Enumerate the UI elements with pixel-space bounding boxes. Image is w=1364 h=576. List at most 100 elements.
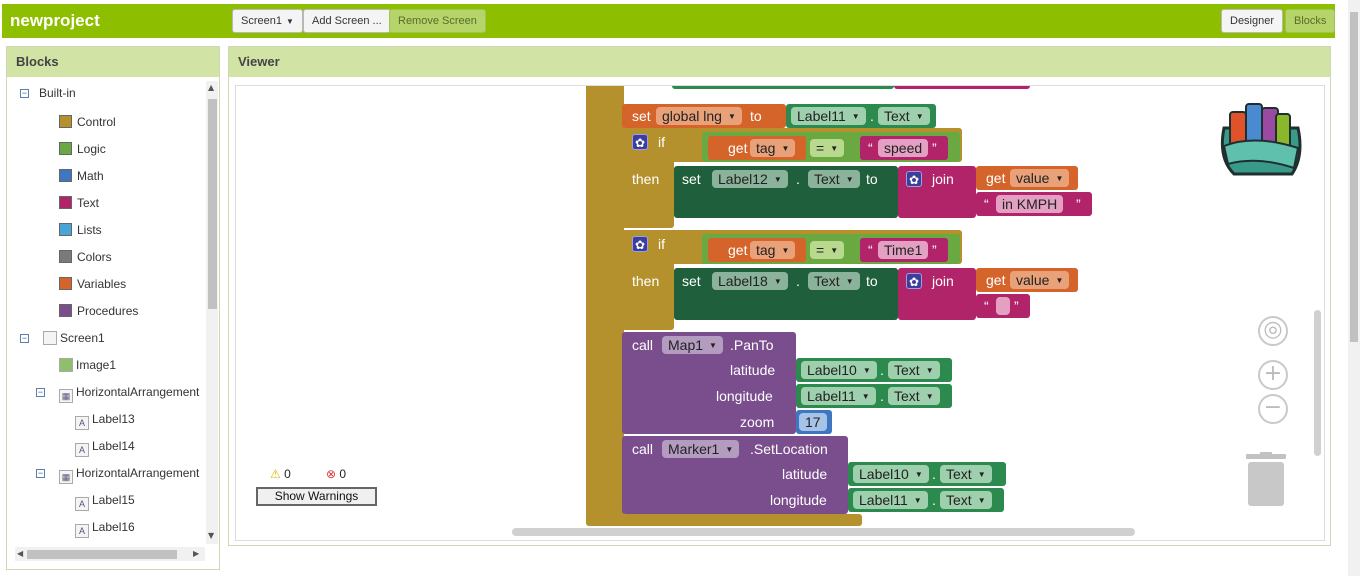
category-lists[interactable]: Lists	[59, 221, 102, 239]
component-dropdown[interactable]: Marker1 ▼	[662, 440, 740, 458]
dropdown-caret-icon: ▼	[781, 144, 790, 153]
operator-dropdown[interactable]: = ▼	[810, 139, 845, 157]
tree-vertical-scrollbar[interactable]: ▲ ▼	[206, 81, 218, 544]
property-dropdown[interactable]: Text ▼	[878, 107, 930, 125]
scroll-thumb[interactable]	[208, 99, 217, 309]
category-colors[interactable]: Colors	[59, 248, 112, 266]
screen-select-dropdown[interactable]: Screen1 ▼	[232, 9, 303, 33]
text-field[interactable]: in KMPH	[996, 195, 1064, 213]
mutator-gear-icon[interactable]: ✿	[906, 171, 922, 187]
method-name: .SetLocation	[750, 441, 828, 457]
close-quote: ”	[932, 242, 937, 258]
category-math[interactable]: Math	[59, 167, 104, 185]
mutator-gear-icon[interactable]: ✿	[906, 273, 922, 289]
close-quote: ”	[932, 140, 937, 156]
tree-image1[interactable]: Image1	[59, 356, 116, 374]
text-field[interactable]: Time1	[878, 241, 929, 259]
variable-dropdown[interactable]: tag ▼	[750, 241, 796, 259]
operator-dropdown[interactable]: = ▼	[810, 241, 845, 259]
join-keyword: join	[932, 273, 954, 289]
trash-icon[interactable]	[1244, 452, 1288, 508]
dropdown-caret-icon: ▼	[845, 277, 854, 286]
category-control[interactable]: Control	[59, 113, 116, 131]
tree-screen1[interactable]: Screen1	[43, 329, 105, 347]
lists-swatch-icon	[59, 223, 72, 236]
variable-dropdown[interactable]: value ▼	[1010, 169, 1070, 187]
show-warnings-button[interactable]: Show Warnings	[256, 487, 377, 506]
scroll-up-icon[interactable]: ▲	[208, 83, 214, 92]
component-dropdown[interactable]: Label12 ▼	[712, 170, 788, 188]
page-scroll-thumb[interactable]	[1350, 12, 1358, 342]
blocks-workspace[interactable]: set global lng ▼ to Label11 ▼ . Text ▼ ✿ if…	[235, 85, 1325, 541]
remove-screen-button[interactable]: Remove Screen	[389, 9, 486, 33]
tree-label13[interactable]: A Label13	[75, 410, 135, 430]
category-label: Variables	[77, 277, 127, 291]
property-dropdown[interactable]: Text ▼	[808, 272, 860, 290]
collapse-builtin-icon[interactable]: −	[20, 89, 29, 98]
tree-label15[interactable]: A Label15	[75, 491, 135, 511]
component-dropdown[interactable]: Label11 ▼	[791, 107, 866, 125]
collapse-ha1-icon[interactable]: −	[36, 388, 45, 397]
component-dropdown[interactable]: Label18 ▼	[712, 272, 788, 290]
add-screen-button[interactable]: Add Screen ...	[303, 9, 391, 33]
component-name: Label11	[807, 388, 856, 404]
recenter-icon[interactable]: ◎	[1258, 316, 1288, 346]
tree-builtin[interactable]: Built-in	[39, 84, 76, 102]
category-text[interactable]: Text	[59, 194, 99, 212]
category-logic[interactable]: Logic	[59, 140, 106, 158]
component-dropdown[interactable]: Label11 ▼	[801, 387, 876, 405]
then-keyword: then	[632, 171, 660, 187]
scroll-thumb[interactable]	[27, 550, 177, 559]
variable-dropdown[interactable]: value ▼	[1010, 271, 1070, 289]
then-keyword: then	[632, 273, 660, 289]
tree-label16[interactable]: A Label16	[75, 518, 135, 538]
zoom-in-icon[interactable]: +	[1258, 360, 1288, 390]
variable-dropdown[interactable]: tag ▼	[750, 139, 796, 157]
scroll-right-icon[interactable]: ▶	[193, 549, 199, 558]
screen-icon	[43, 331, 57, 345]
property-dropdown[interactable]: Text ▼	[940, 465, 992, 483]
scroll-down-icon[interactable]: ▼	[208, 531, 214, 540]
zoom-out-icon[interactable]: −	[1258, 394, 1288, 424]
blocks-panel-title: Blocks	[7, 47, 219, 77]
component-dropdown[interactable]: Label10 ▼	[853, 465, 929, 483]
mutator-gear-icon[interactable]: ✿	[632, 134, 648, 150]
category-variables[interactable]: Variables	[59, 275, 126, 293]
backpack-icon[interactable]	[1214, 98, 1306, 178]
variable-dropdown[interactable]: global lng ▼	[656, 107, 742, 125]
tree-ha2[interactable]: ▦ HorizontalArrangement	[59, 464, 199, 484]
math-swatch-icon	[59, 169, 72, 182]
tree-horizontal-scrollbar[interactable]: ◀ ▶	[15, 547, 205, 561]
component-dropdown[interactable]: Map1 ▼	[662, 336, 723, 354]
property-dropdown[interactable]: Text ▼	[888, 387, 940, 405]
dot-separator: .	[870, 108, 874, 124]
tree-label14[interactable]: A Label14	[75, 437, 135, 457]
category-procedures[interactable]: Procedures	[59, 302, 138, 320]
workspace-horizontal-scrollbar[interactable]	[512, 528, 1135, 536]
scroll-left-icon[interactable]: ◀	[17, 549, 23, 558]
mutator-gear-icon[interactable]: ✿	[632, 236, 648, 252]
component-dropdown[interactable]: Label11 ▼	[853, 491, 928, 509]
dropdown-caret-icon: ▼	[977, 496, 986, 505]
collapse-ha2-icon[interactable]: −	[36, 469, 45, 478]
number-field[interactable]: 17	[799, 413, 827, 431]
procedures-swatch-icon	[59, 304, 72, 317]
page-scrollbar[interactable]	[1348, 0, 1360, 576]
blocks-button[interactable]: Blocks	[1285, 9, 1336, 33]
designer-button[interactable]: Designer	[1221, 9, 1284, 33]
join-keyword: join	[932, 171, 954, 187]
property-dropdown[interactable]: Text ▼	[888, 361, 940, 379]
property-dropdown[interactable]: Text ▼	[808, 170, 860, 188]
workspace-vertical-scrollbar[interactable]	[1314, 310, 1321, 456]
warnings-count: 0	[284, 467, 291, 481]
text-field[interactable]	[996, 297, 1010, 315]
event-handler-block[interactable]	[586, 86, 624, 524]
component-dropdown[interactable]: Label10 ▼	[801, 361, 877, 379]
text-field[interactable]: speed	[878, 139, 929, 157]
prior-block-fragment	[672, 86, 894, 89]
tree-ha1[interactable]: ▦ HorizontalArrangement	[59, 383, 199, 403]
dropdown-caret-icon: ▼	[830, 144, 839, 153]
label-icon: A	[75, 497, 89, 511]
property-dropdown[interactable]: Text ▼	[940, 491, 992, 509]
collapse-screen-icon[interactable]: −	[20, 334, 29, 343]
